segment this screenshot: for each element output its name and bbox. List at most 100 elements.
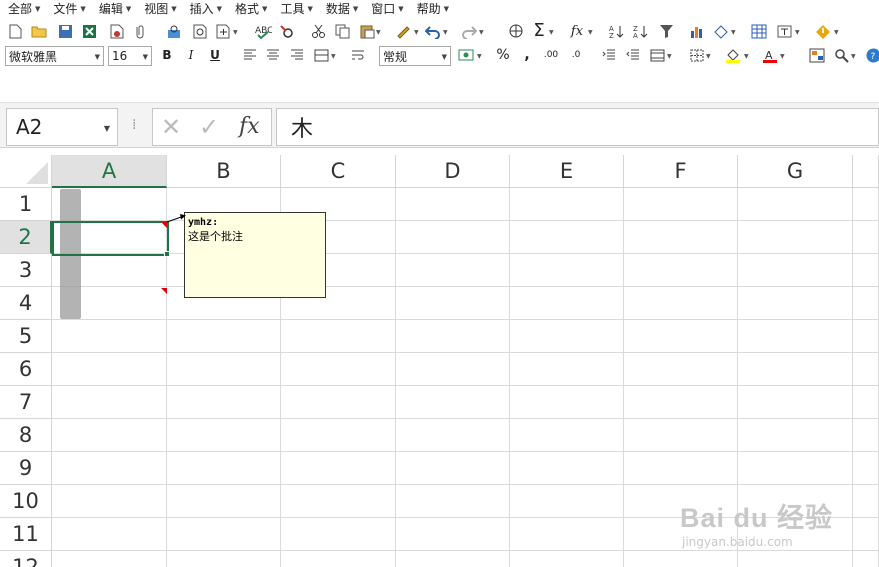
cell-d7[interactable] bbox=[396, 386, 510, 419]
decrease-indent-icon[interactable] bbox=[624, 46, 642, 64]
active-cell-a2[interactable] bbox=[52, 221, 169, 256]
warning-icon[interactable] bbox=[814, 22, 832, 40]
column-header-b[interactable]: B bbox=[167, 155, 281, 188]
cell-d4[interactable] bbox=[396, 287, 510, 320]
merge-center-icon[interactable] bbox=[312, 46, 330, 64]
cell-f6[interactable] bbox=[624, 353, 738, 386]
cell-d11[interactable] bbox=[396, 518, 510, 551]
cut-icon[interactable] bbox=[309, 22, 327, 40]
row-header-4[interactable]: 4 bbox=[0, 287, 52, 320]
cell-e9[interactable] bbox=[510, 452, 624, 485]
menu-view[interactable]: 视图 ▼ bbox=[144, 0, 176, 17]
borders-icon[interactable] bbox=[688, 46, 706, 64]
cell-g1[interactable] bbox=[738, 188, 853, 221]
open-folder-icon[interactable] bbox=[30, 22, 48, 40]
cell-f9[interactable] bbox=[624, 452, 738, 485]
row-header-1[interactable]: 1 bbox=[0, 188, 52, 221]
cell-d8[interactable] bbox=[396, 419, 510, 452]
comment-indicator-icon[interactable] bbox=[161, 288, 167, 294]
row-header-7[interactable]: 7 bbox=[0, 386, 52, 419]
cell-g9[interactable] bbox=[738, 452, 853, 485]
cell-e4[interactable] bbox=[510, 287, 624, 320]
row-header-8[interactable]: 8 bbox=[0, 419, 52, 452]
cell-b9[interactable] bbox=[167, 452, 281, 485]
menu-data[interactable]: 数据 ▼ bbox=[326, 0, 358, 17]
cell-a11[interactable] bbox=[52, 518, 167, 551]
chevron-down-icon[interactable]: ▼ bbox=[588, 29, 593, 36]
menu-window[interactable]: 窗口 ▼ bbox=[371, 0, 403, 17]
cell-h2[interactable] bbox=[853, 221, 879, 254]
comma-button[interactable]: , bbox=[518, 46, 536, 64]
cell-f2[interactable] bbox=[624, 221, 738, 254]
cell-a9[interactable] bbox=[52, 452, 167, 485]
chevron-down-icon[interactable]: ▼ bbox=[795, 29, 800, 36]
cell-e10[interactable] bbox=[510, 485, 624, 518]
cell-c11[interactable] bbox=[281, 518, 396, 551]
cell-g8[interactable] bbox=[738, 419, 853, 452]
bold-button[interactable]: B bbox=[158, 46, 176, 64]
chart-icon[interactable] bbox=[688, 22, 706, 40]
cell-d6[interactable] bbox=[396, 353, 510, 386]
zoom-icon[interactable] bbox=[832, 46, 850, 64]
number-format-select[interactable]: 常规 ▼ bbox=[379, 46, 451, 66]
formula-input[interactable]: 木 bbox=[276, 108, 879, 146]
column-header-g[interactable]: G bbox=[738, 155, 853, 188]
format-painter-icon[interactable] bbox=[395, 22, 413, 40]
cell-b11[interactable] bbox=[167, 518, 281, 551]
sort-ascending-icon[interactable]: AZ bbox=[608, 22, 626, 40]
cell-e5[interactable] bbox=[510, 320, 624, 353]
row-header-6[interactable]: 6 bbox=[0, 353, 52, 386]
fill-color-icon[interactable] bbox=[724, 46, 742, 64]
cell-b5[interactable] bbox=[167, 320, 281, 353]
insert-function-button[interactable]: fx bbox=[239, 113, 260, 141]
find-icon[interactable] bbox=[277, 22, 295, 40]
name-box[interactable]: A2 ▼ bbox=[6, 108, 118, 146]
attach-icon[interactable] bbox=[132, 22, 150, 40]
cell-e2[interactable] bbox=[510, 221, 624, 254]
increase-indent-icon[interactable] bbox=[600, 46, 618, 64]
cell-f4[interactable] bbox=[624, 287, 738, 320]
italic-button[interactable]: I bbox=[182, 46, 200, 64]
menu-insert[interactable]: 插入 ▼ bbox=[190, 0, 222, 17]
cell-c9[interactable] bbox=[281, 452, 396, 485]
cell-e3[interactable] bbox=[510, 254, 624, 287]
cell-style-icon[interactable] bbox=[808, 46, 826, 64]
cell-c6[interactable] bbox=[281, 353, 396, 386]
currency-icon[interactable] bbox=[457, 46, 475, 64]
cell-b12[interactable] bbox=[167, 551, 281, 567]
cell-a12[interactable] bbox=[52, 551, 167, 567]
chevron-down-icon[interactable]: ▼ bbox=[233, 29, 238, 36]
filter-icon[interactable] bbox=[657, 22, 675, 40]
cell-b7[interactable] bbox=[167, 386, 281, 419]
menu-format[interactable]: 格式 ▼ bbox=[235, 0, 267, 17]
cell-d12[interactable] bbox=[396, 551, 510, 567]
paste-icon[interactable] bbox=[358, 22, 376, 40]
chevron-down-icon[interactable]: ▼ bbox=[479, 29, 484, 36]
menu-file[interactable]: 文件 ▼ bbox=[53, 0, 85, 17]
pdf-export-icon[interactable] bbox=[108, 22, 126, 40]
menu-edit[interactable]: 编辑 ▼ bbox=[99, 0, 131, 17]
font-color-icon[interactable]: A bbox=[761, 46, 779, 64]
cell-f1[interactable] bbox=[624, 188, 738, 221]
row-height-icon[interactable] bbox=[648, 46, 666, 64]
chevron-down-icon[interactable]: ▼ bbox=[834, 29, 839, 36]
text-box-icon[interactable] bbox=[776, 22, 794, 40]
cell-b8[interactable] bbox=[167, 419, 281, 452]
copy-icon[interactable] bbox=[333, 22, 351, 40]
column-header-c[interactable]: C bbox=[281, 155, 396, 188]
chevron-down-icon[interactable]: ▼ bbox=[549, 29, 554, 36]
cell-c7[interactable] bbox=[281, 386, 396, 419]
percent-button[interactable]: % bbox=[494, 46, 512, 64]
cell-d1[interactable] bbox=[396, 188, 510, 221]
formula-bar-grip-icon[interactable]: ⁞ bbox=[132, 117, 136, 133]
cell-h10[interactable] bbox=[853, 485, 879, 518]
function-icon[interactable]: fx bbox=[568, 22, 586, 40]
font-name-select[interactable]: 微软雅黑 ▼ bbox=[5, 46, 104, 66]
chevron-down-icon[interactable]: ▼ bbox=[443, 29, 448, 36]
cell-b6[interactable] bbox=[167, 353, 281, 386]
cell-a7[interactable] bbox=[52, 386, 167, 419]
cell-h9[interactable] bbox=[853, 452, 879, 485]
chevron-down-icon[interactable]: ▼ bbox=[744, 53, 749, 60]
chevron-down-icon[interactable]: ▼ bbox=[731, 29, 736, 36]
row-header-11[interactable]: 11 bbox=[0, 518, 52, 551]
